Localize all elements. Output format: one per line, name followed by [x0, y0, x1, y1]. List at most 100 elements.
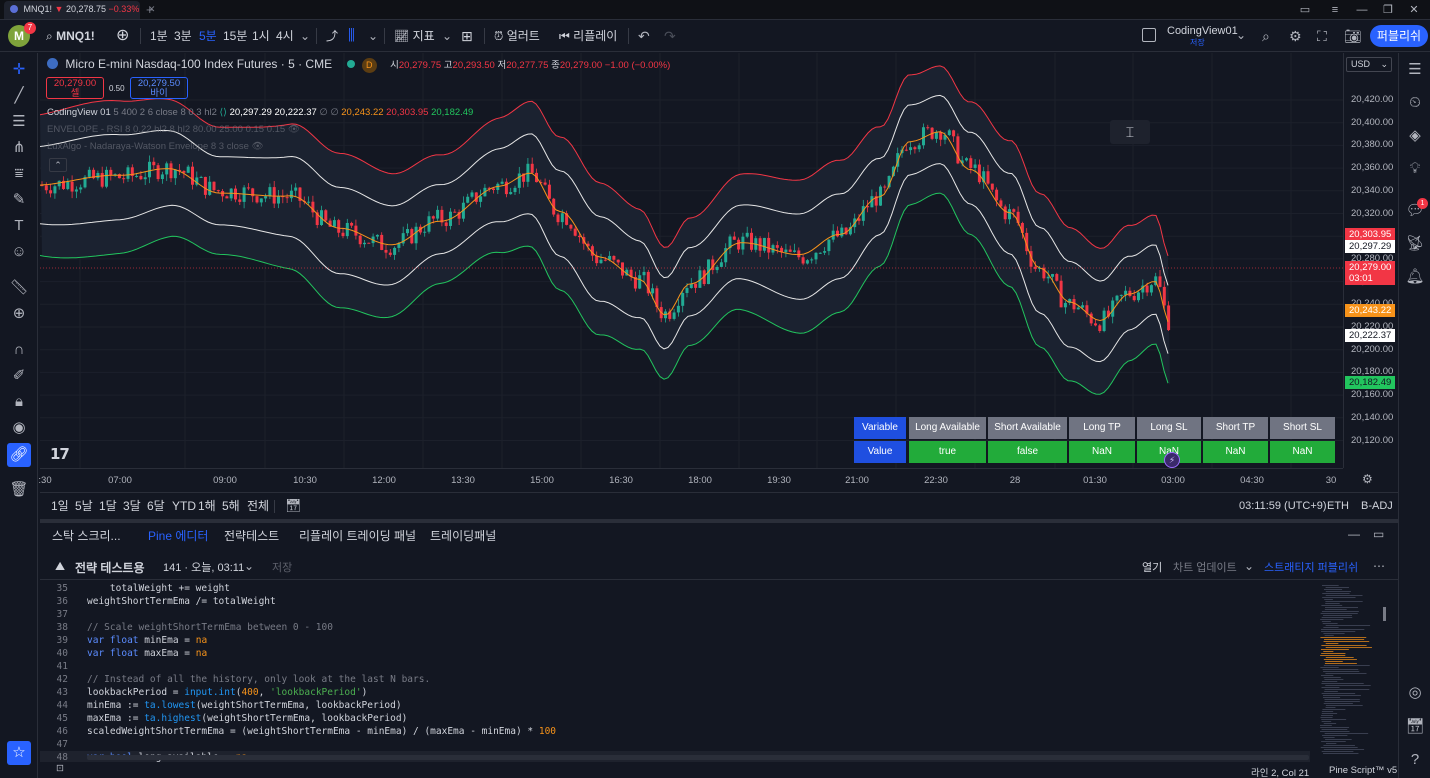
compare-plus-icon[interactable]: ⊕ [116, 20, 129, 52]
indicator-legend-1[interactable]: CodingView 01 5 400 2 6 close 8 0.3 hl2 … [47, 107, 473, 118]
interval-1h[interactable]: 1시 [252, 20, 270, 52]
alert-button[interactable]: ⏰︎ 얼러트 [494, 20, 540, 52]
lightning-replay-icon[interactable]: ⚡︎ [1164, 452, 1180, 468]
interval-1m[interactable]: 1분 [150, 20, 168, 52]
code-line[interactable]: 44 minEma := ta.lowest(weightShortTermEma… [40, 699, 1310, 712]
layout-name[interactable]: CodingView01 [1167, 25, 1238, 37]
picture-in-picture-icon[interactable]: ▭ [1295, 2, 1315, 18]
target-icon[interactable]: ◎ [1403, 681, 1427, 705]
interval-3m[interactable]: 3분 [174, 20, 192, 52]
script-name[interactable]: 전략 테스트용 [75, 559, 145, 576]
update-chart-button[interactable]: 차트 업데이트 [1173, 559, 1237, 575]
more-options-icon[interactable]: ⋯ [1373, 559, 1385, 573]
browser-tab[interactable]: MNQ1! ▼ 20,278.75 −0.33% ✕ [4, 1, 155, 19]
save-button[interactable]: 저장 [272, 559, 292, 575]
sell-button[interactable]: 20,279.00 셀 [46, 77, 104, 99]
hidden-eye-icon[interactable]: 👁︎ [252, 141, 264, 152]
chart-style-icon[interactable]: ⤴ [326, 20, 338, 52]
lock-drawing-icon[interactable]: ✐ [7, 364, 31, 388]
indicator-legend-3[interactable]: LuxAlgo - Nadaraya-Watson Envelope 8 3 c… [47, 141, 264, 152]
code-line[interactable]: 40 var float maxEma = na [40, 647, 1310, 660]
publish-strategy-button[interactable]: 스트래티지 퍼블리쉬 [1264, 559, 1358, 575]
maximize-panel-icon[interactable]: ▭ [1373, 527, 1384, 541]
console-icon[interactable]: ⊡ [56, 763, 64, 774]
tradingview-logo-icon[interactable]: 𝟭𝟳 [50, 445, 70, 463]
indicators-button[interactable]: 📈︎ 지표 [394, 20, 435, 52]
help-icon[interactable]: ? [1403, 748, 1427, 772]
session-toggle[interactable]: ETH [1327, 493, 1349, 519]
code-line[interactable]: 43 lookbackPeriod = input.int(400, 'lookb… [40, 686, 1310, 699]
bell-icon[interactable]: 🔔︎ [1403, 265, 1427, 289]
minimize-panel-icon[interactable]: — [1348, 527, 1360, 541]
code-minimap[interactable] [1318, 585, 1386, 755]
link-icon[interactable]: 🔗︎ [7, 443, 31, 467]
lock-icon[interactable]: 🔒︎ [7, 390, 31, 414]
replay-button[interactable]: ⏮︎ 리플레이 [559, 20, 617, 52]
tab-pine-editor[interactable]: Pine 에디터 [148, 527, 208, 544]
collapse-legend-icon[interactable]: ⌃ [49, 158, 67, 172]
broadcast-icon[interactable]: 📡︎ [1403, 232, 1427, 256]
menu-icon[interactable]: ≡ [1325, 2, 1345, 18]
symbol-title[interactable]: Micro E-mini Nasdaq-100 Index Futures · … [65, 57, 332, 71]
script-version[interactable]: 141 · 오늘, 03:11 [163, 559, 244, 575]
time-axis[interactable]: :30 07:00 09:00 10:30 12:00 13:30 15:00 16:30 18… [38, 468, 1343, 492]
alerts-clock-icon[interactable]: ⏲︎ [1403, 91, 1427, 115]
watchlist-icon[interactable]: ☰ [1403, 58, 1427, 82]
horizontal-scrollbar[interactable] [87, 755, 1309, 760]
pitchfork-icon[interactable]: ⋔ [7, 136, 31, 160]
code-line[interactable]: 42 // Instead of all the history, only lo… [40, 673, 1310, 686]
ideas-bulb-icon[interactable]: 💡︎ [1403, 157, 1427, 181]
range-all[interactable]: 전체 [247, 493, 269, 519]
ruler-icon[interactable]: 📏︎ [7, 276, 31, 300]
trend-line-icon[interactable]: ╱ [7, 84, 31, 108]
fullscreen-icon[interactable]: ⛶ [1317, 20, 1327, 52]
axis-settings-gear-icon[interactable]: ⚙ [1362, 472, 1373, 486]
goto-date-icon[interactable]: 📅︎ [285, 493, 302, 519]
code-line[interactable]: 45 maxEma := ta.highest(weightShortTermEm… [40, 712, 1310, 725]
calendar-icon[interactable]: 📅︎ [1403, 715, 1427, 739]
tab-trading-panel[interactable]: 트레이딩패널 [430, 527, 496, 544]
code-line[interactable]: 36 weightShortTermEma /= totalWeight [40, 595, 1310, 608]
brush-icon[interactable]: ✎ [7, 188, 31, 212]
horizontal-lines-icon[interactable]: ☰ [7, 110, 31, 134]
indicator-legend-2[interactable]: ENVELOPE - RSI 8 0.22 hl2 8 hl2 80.00 25… [47, 124, 300, 135]
minimize-icon[interactable]: — [1352, 2, 1372, 18]
fib-retracement-icon[interactable]: ⩸ [7, 162, 31, 186]
layout-grid-icon[interactable]: ⊞ [461, 20, 473, 52]
candles-icon[interactable]: ⫼ [348, 20, 355, 52]
range-3m[interactable]: 3달 [123, 493, 141, 519]
range-1m[interactable]: 1달 [99, 493, 117, 519]
interval-dropdown-icon[interactable]: ⌄ [300, 20, 310, 52]
range-ytd[interactable]: YTD [172, 493, 196, 519]
code-line[interactable]: 46 scaledWeightShortTermEma = (weightShor… [40, 725, 1310, 738]
tab-stock-screener[interactable]: 스탁 스크리... [52, 527, 121, 544]
code-line[interactable]: 37 [40, 608, 1310, 621]
open-button[interactable]: 열기 [1142, 559, 1162, 575]
layout-box-icon[interactable] [1142, 28, 1156, 42]
range-5d[interactable]: 5날 [75, 493, 93, 519]
interval-15m[interactable]: 15분 [223, 20, 247, 52]
tab-replay-trading-panel[interactable]: 리플레이 트레이딩 패널 [299, 527, 416, 544]
crosshair-icon[interactable]: ✛ [7, 58, 31, 82]
trash-icon[interactable]: 🗑︎ [7, 478, 31, 502]
settings-gear-icon[interactable]: ⚙ [1289, 20, 1302, 52]
new-tab-plus-icon[interactable]: + [146, 2, 154, 17]
update-dropdown-icon[interactable]: ⌄ [1244, 559, 1254, 573]
undo-icon[interactable]: ↶ [638, 20, 650, 52]
code-line[interactable]: 41 [40, 660, 1310, 673]
window-close-icon[interactable]: ✕ [1404, 2, 1424, 18]
layout-dropdown-icon[interactable]: ⌄ [1236, 28, 1246, 42]
text-cursor-tool-icon[interactable]: ⌶ [1110, 120, 1150, 144]
range-6m[interactable]: 6달 [147, 493, 165, 519]
interval-5m[interactable]: 5분 [199, 20, 217, 52]
maximize-icon[interactable]: ❐ [1378, 2, 1398, 18]
symbol-search[interactable]: ⌕ MNQ1! [46, 20, 95, 52]
publish-button[interactable]: 퍼블리쉬 [1370, 25, 1428, 47]
camera-icon[interactable]: 📷︎ [1344, 20, 1362, 52]
eye-icon[interactable]: ◉ [7, 416, 31, 440]
redo-icon[interactable]: ↷ [664, 20, 676, 52]
interval-4h[interactable]: 4시 [276, 20, 294, 52]
code-editor[interactable]: 35 totalWeight += weight 36 weightShortTer… [40, 582, 1310, 762]
clock-timezone[interactable]: 03:11:59 (UTC+9) [1239, 493, 1327, 519]
code-line[interactable]: 38 // Scale weightShortTermEma between 0 … [40, 621, 1310, 634]
